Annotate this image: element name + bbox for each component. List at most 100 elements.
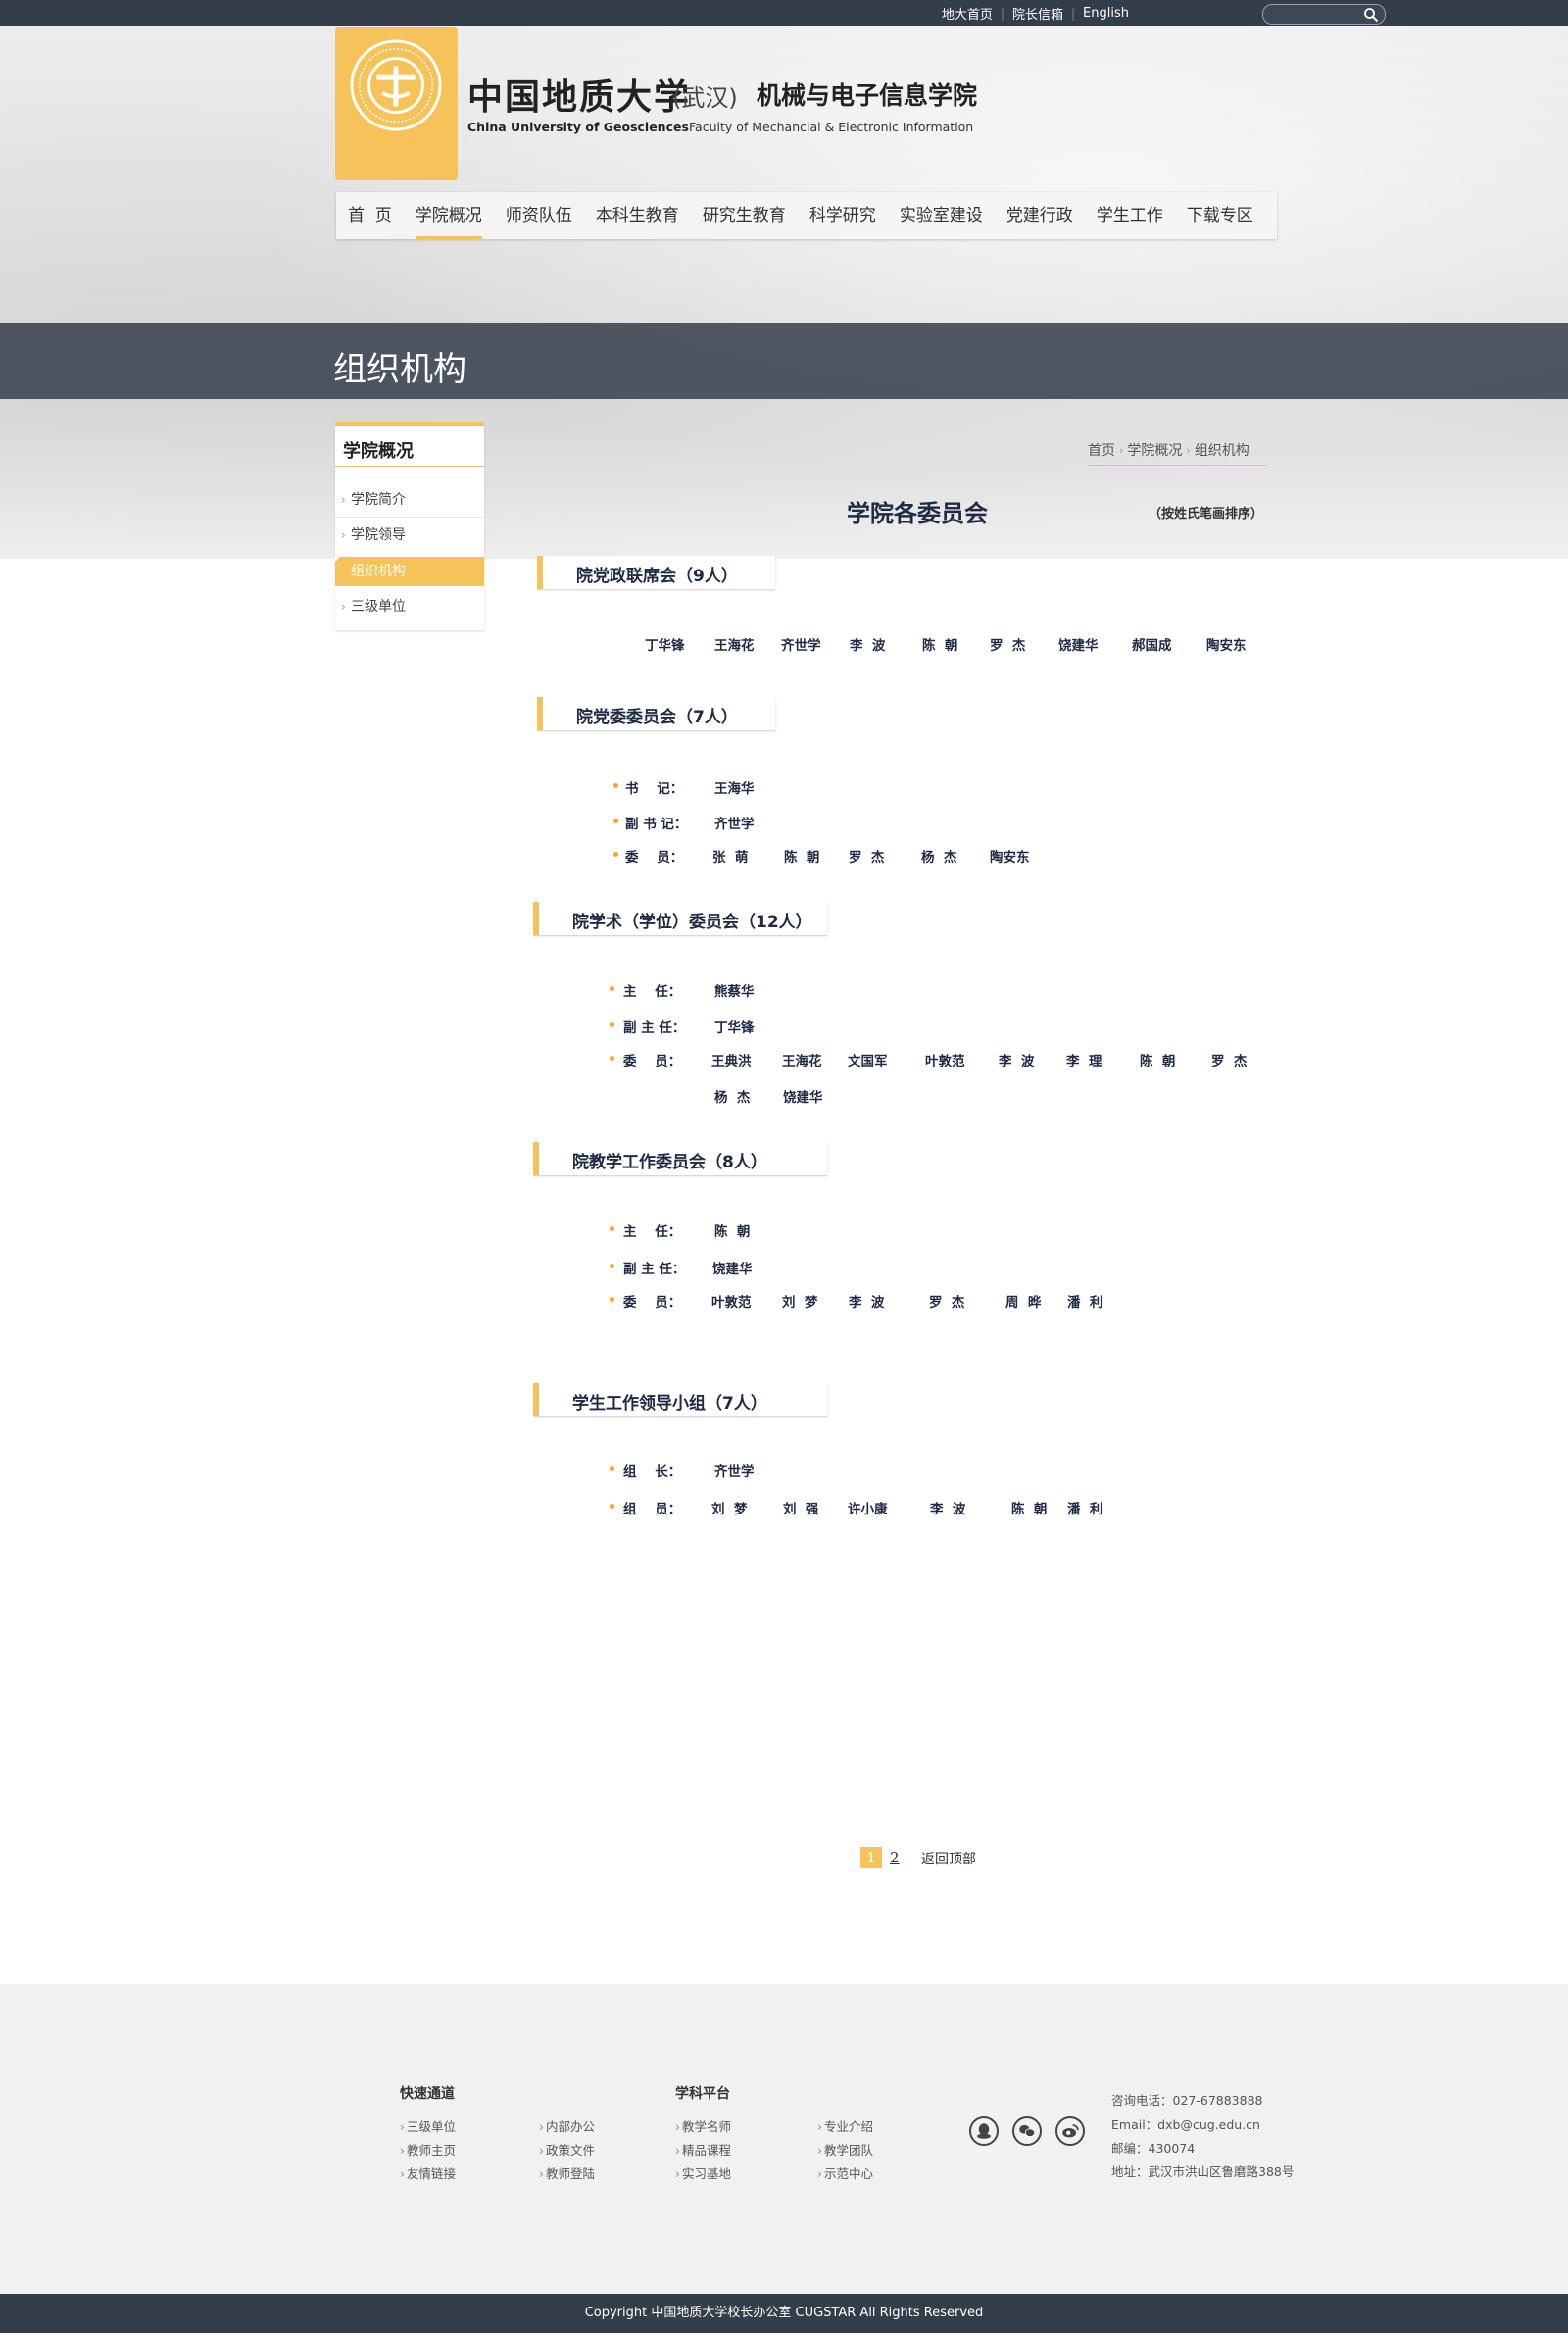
- footer-link[interactable]: › 政策文件: [539, 2140, 595, 2159]
- breadcrumb-home[interactable]: 首页: [1088, 440, 1115, 460]
- member-name: 王典洪: [711, 1054, 752, 1069]
- breadcrumb-about[interactable]: 学院概况: [1127, 440, 1182, 460]
- bullet-icon: [610, 986, 614, 991]
- footer-link[interactable]: › 示范中心: [817, 2163, 873, 2182]
- member-name: 齐世学: [781, 638, 821, 654]
- page-1-button[interactable]: 1: [860, 1847, 882, 1868]
- footer-link[interactable]: › 教师主页: [400, 2140, 456, 2159]
- footer-link-label: 教学团队: [824, 2143, 874, 2158]
- member-name: 陈 朝: [784, 850, 820, 866]
- member-name: 刘 梦: [782, 1295, 818, 1311]
- chevron-right-icon: ›: [539, 2166, 544, 2181]
- section-title: 学生工作领导小组（7人）: [572, 1394, 767, 1414]
- sidebar-item-organization[interactable]: 组织机构: [334, 557, 484, 586]
- bullet-icon: [610, 1466, 614, 1471]
- member-name: 陈 朝: [1011, 1502, 1048, 1517]
- nav-item-downloads[interactable]: 下载专区: [1175, 192, 1265, 239]
- section-title: 院学术（学位）委员会（12人）: [572, 913, 812, 932]
- nav-item-undergraduate[interactable]: 本科生教育: [584, 192, 691, 239]
- footer-link[interactable]: › 教学名师: [675, 2116, 731, 2135]
- footer-address: 地址：武汉市洪山区鲁磨路388号: [1111, 2164, 1295, 2179]
- copyright: Copyright 中国地质大学校长办公室 CUGSTAR All Rights…: [0, 2294, 1568, 2333]
- bullet-icon: [610, 1504, 614, 1509]
- search-input[interactable]: [1271, 7, 1361, 23]
- chevron-right-icon: ›: [400, 2119, 405, 2134]
- nav-item-faculty[interactable]: 师资队伍: [494, 192, 584, 239]
- footer: [0, 1984, 1568, 2294]
- bullet-icon: [613, 852, 618, 857]
- top-link-mailbox[interactable]: 院长信箱: [1004, 4, 1071, 23]
- nav-item-party[interactable]: 党建行政: [995, 192, 1085, 239]
- footer-quick-title: 快速通道: [400, 2086, 455, 2102]
- wechat-icon[interactable]: [1012, 2116, 1042, 2146]
- section-accent: [537, 556, 543, 589]
- member-name: 饶建华: [1058, 638, 1099, 654]
- role-label: 组 员：: [623, 1502, 682, 1517]
- footer-link[interactable]: › 专业介绍: [817, 2116, 873, 2135]
- top-link-home[interactable]: 地大首页: [934, 4, 1001, 23]
- top-link-english[interactable]: English: [1075, 6, 1137, 21]
- search-icon[interactable]: [1363, 7, 1379, 23]
- member-name: 陈 朝: [1140, 1054, 1176, 1069]
- member-name: 郝国成: [1132, 638, 1172, 654]
- weibo-icon[interactable]: [1055, 2116, 1085, 2146]
- back-to-top-link[interactable]: 返回顶部: [921, 1849, 976, 1870]
- section-title: 院党委委员会（7人）: [576, 708, 738, 727]
- breadcrumb-current[interactable]: 组织机构: [1195, 440, 1250, 460]
- footer-link[interactable]: › 内部办公: [539, 2116, 595, 2135]
- chevron-right-icon: ›: [539, 2119, 544, 2134]
- member-name: 丁华锋: [714, 1020, 755, 1036]
- university-seal-icon: [350, 39, 442, 131]
- footer-link-label: 实习基地: [682, 2166, 732, 2181]
- section-accent: [537, 697, 543, 730]
- member-name: 饶建华: [712, 1262, 753, 1277]
- chevron-right-icon: ›: [400, 2166, 405, 2181]
- footer-link-label: 内部办公: [546, 2119, 596, 2134]
- page-2-link[interactable]: 2: [890, 1847, 900, 1868]
- divider: [335, 517, 484, 518]
- chevron-right-icon: ›: [817, 2143, 822, 2158]
- title-band: [0, 323, 1568, 399]
- nav-item-about[interactable]: 学院概况: [404, 192, 494, 239]
- member-name: 罗 杰: [849, 850, 885, 866]
- bullet-icon: [610, 1264, 614, 1268]
- footer-link[interactable]: › 精品课程: [675, 2140, 731, 2159]
- footer-postcode: 邮编：430074: [1111, 2141, 1196, 2156]
- footer-link[interactable]: › 教师登陆: [539, 2163, 595, 2182]
- sidebar-item-units[interactable]: › 三级单位: [335, 592, 484, 621]
- member-name: 王海花: [714, 638, 755, 654]
- footer-link[interactable]: › 教学团队: [817, 2140, 873, 2159]
- role-label: 书 记：: [625, 781, 684, 797]
- footer-link-label: 专业介绍: [824, 2119, 874, 2134]
- section-accent: [533, 1383, 539, 1416]
- footer-link[interactable]: › 友情链接: [400, 2163, 456, 2182]
- nav-item-home[interactable]: 首 页: [336, 192, 404, 239]
- nav-item-graduate[interactable]: 研究生教育: [691, 192, 798, 239]
- chevron-right-icon: ›: [400, 2143, 405, 2158]
- footer-link-label: 政策文件: [546, 2143, 596, 2158]
- section-heading: 院教学工作委员会（8人）: [533, 1142, 827, 1176]
- member-name: 齐世学: [714, 817, 755, 832]
- sidebar-item-leaders[interactable]: › 学院领导: [335, 521, 484, 550]
- member-name: 熊蔡华: [714, 984, 755, 1000]
- nav-item-labs[interactable]: 实验室建设: [888, 192, 995, 239]
- footer-link[interactable]: › 三级单位: [400, 2116, 456, 2135]
- member-name: 王海花: [782, 1054, 822, 1069]
- nav-item-research[interactable]: 科学研究: [798, 192, 888, 239]
- bullet-icon: [610, 1226, 614, 1231]
- role-label: 委 员：: [625, 850, 684, 866]
- footer-link[interactable]: › 实习基地: [675, 2163, 731, 2182]
- footer-link-label: 友情链接: [407, 2166, 457, 2181]
- member-name: 饶建华: [783, 1090, 823, 1106]
- sidebar-item-label: 组织机构: [351, 564, 406, 579]
- qq-icon[interactable]: [969, 2116, 999, 2146]
- member-name: 文国军: [848, 1054, 888, 1069]
- role-label: 副 书 记：: [625, 817, 688, 832]
- member-name: 李 波: [930, 1502, 966, 1517]
- chevron-right-icon: ›: [341, 600, 346, 614]
- sidebar-item-intro[interactable]: › 学院简介: [335, 485, 484, 515]
- section-title: 院教学工作委员会（8人）: [572, 1153, 767, 1172]
- chevron-right-icon: ›: [341, 493, 346, 507]
- member-name: 许小康: [848, 1502, 888, 1517]
- nav-item-students[interactable]: 学生工作: [1085, 192, 1175, 239]
